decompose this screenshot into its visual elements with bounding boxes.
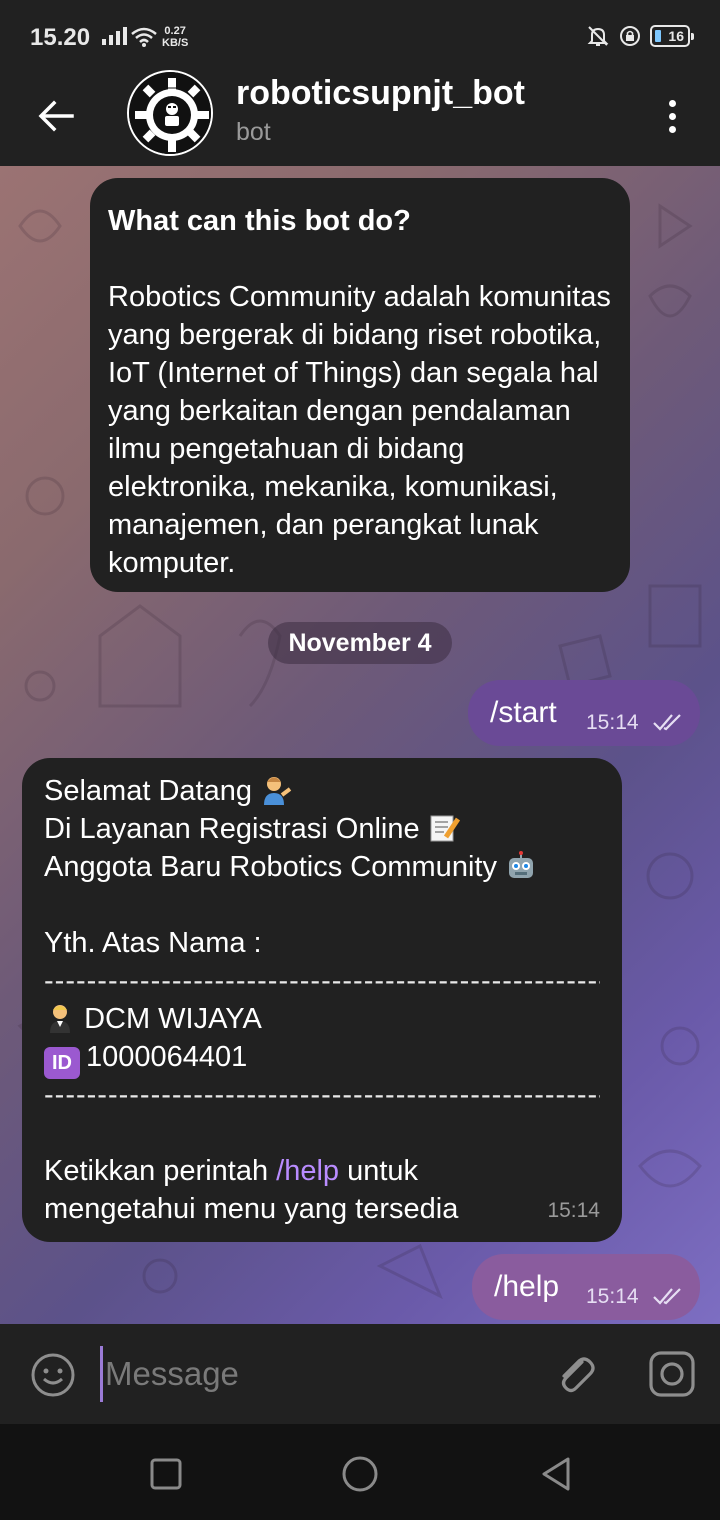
system-nav-bar <box>0 1424 720 1520</box>
home-icon[interactable] <box>340 1454 380 1494</box>
member-name-line: DCM WIJAYA <box>44 1000 600 1038</box>
emoji-icon[interactable] <box>30 1352 76 1398</box>
help-instruction: Ketikkan perintah /help untuk <box>44 1152 600 1190</box>
battery-icon: 16 <box>650 25 694 47</box>
id-emoji-icon: ID <box>44 1047 80 1079</box>
speed-unit: KB/S <box>162 37 189 49</box>
status-time: 15.20 <box>30 24 91 51</box>
message-input[interactable] <box>100 1346 520 1402</box>
outgoing-message-help[interactable]: /help 15:14 <box>472 1254 700 1320</box>
attach-icon[interactable] <box>552 1350 600 1398</box>
welcome-community: Anggota Baru Robotics Community <box>44 851 497 883</box>
chat-area[interactable]: What can this bot do? Robotics Community… <box>0 166 720 1324</box>
bot-intro-card: What can this bot do? Robotics Community… <box>90 178 630 592</box>
status-right: 16 <box>586 24 694 48</box>
outgoing-message-start[interactable]: /start 15:14 <box>468 680 700 746</box>
intro-title: What can this bot do? <box>108 205 411 237</box>
welcome-line-1: Selamat Datang <box>44 772 600 810</box>
more-vertical-icon <box>668 99 676 107</box>
message-time: 15:14 <box>586 711 639 734</box>
chat-title[interactable]: roboticsupnjt_bot <box>236 74 525 113</box>
memo-emoji-icon <box>430 815 460 842</box>
man-emoji-icon <box>50 1005 70 1033</box>
member-id-line: ID 1000064401 <box>44 1038 600 1079</box>
recents-icon[interactable] <box>146 1454 186 1494</box>
welcome-subtitle: Di Layanan Registrasi Online <box>44 813 420 845</box>
network-speed: 0.27 KB/S <box>162 25 188 49</box>
speed-value: 0.27 <box>164 25 186 37</box>
bot-avatar[interactable] <box>127 70 213 156</box>
incoming-message-welcome[interactable]: Selamat Datang Di Layanan Registrasi Onl… <box>22 758 622 1242</box>
bell-off-icon <box>587 26 609 46</box>
help-command-link[interactable]: /help <box>276 1155 339 1187</box>
camera-icon[interactable] <box>648 1350 696 1398</box>
message-text: /start <box>490 696 557 729</box>
member-id: 1000064401 <box>86 1041 248 1073</box>
read-ticks-icon <box>653 714 681 731</box>
back-arrow-icon <box>38 100 74 132</box>
member-name: DCM WIJAYA <box>84 1003 262 1035</box>
message-time: 15:14 <box>586 1285 639 1308</box>
intro-body: Robotics Community adalah komunitas yang… <box>108 281 611 579</box>
battery-level: 16 <box>668 28 684 44</box>
message-composer <box>0 1324 720 1424</box>
welcome-line-3: Anggota Baru Robotics Community <box>44 848 600 886</box>
more-options-button[interactable] <box>654 90 690 142</box>
welcome-greeting: Yth. Atas Nama : <box>44 927 262 959</box>
welcome-line-2: Di Layanan Registrasi Online <box>44 810 600 848</box>
divider-top: ----------------------------------------… <box>44 965 600 997</box>
help-suffix: untuk <box>347 1155 419 1187</box>
welcome-title: Selamat Datang <box>44 775 252 807</box>
help-prefix: Ketikkan perintah <box>44 1155 269 1187</box>
signal-icon <box>102 27 127 45</box>
chat-header: roboticsupnjt_bot bot <box>0 70 720 166</box>
wifi-icon <box>131 27 157 47</box>
back-nav-icon[interactable] <box>536 1454 576 1494</box>
robot-emoji-icon <box>509 851 534 878</box>
message-text: /help <box>494 1270 560 1303</box>
help-instruction-2: mengetahui menu yang tersedia <box>44 1193 459 1225</box>
status-bar: 15.20 0.27 KB/S 16 <box>0 0 720 72</box>
divider-bottom: ----------------------------------------… <box>44 1079 600 1111</box>
back-button[interactable] <box>30 90 82 142</box>
person-emoji-icon <box>264 777 292 805</box>
gear-logo-icon <box>129 72 211 154</box>
chat-subtitle: bot <box>236 118 271 146</box>
date-separator: November 4 <box>268 622 452 664</box>
rotation-lock-icon <box>620 26 640 46</box>
message-time: 15:14 <box>547 1199 600 1222</box>
read-ticks-icon <box>653 1288 681 1305</box>
